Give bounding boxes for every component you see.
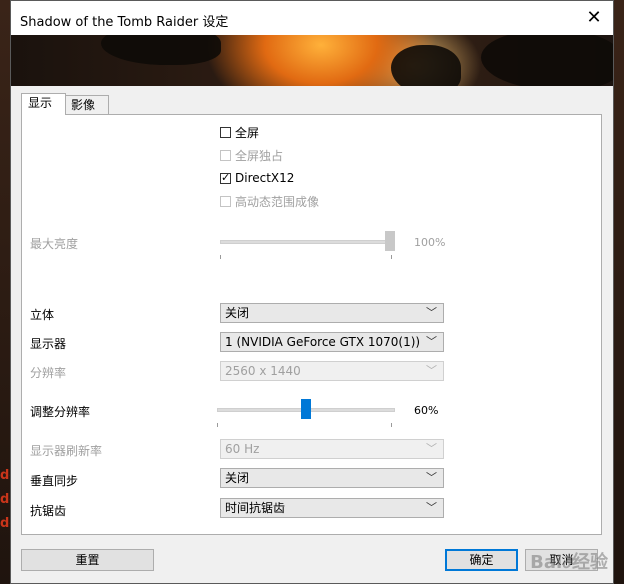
resolution-scale-slider[interactable] bbox=[217, 399, 395, 427]
resolution-select: 2560 x 1440 ﹀ bbox=[220, 361, 444, 381]
chevron-down-icon: ﹀ bbox=[426, 501, 437, 514]
max-brightness-value: 100% bbox=[414, 236, 446, 249]
chevron-down-icon: ﹀ bbox=[426, 364, 437, 377]
refresh-rate-select: 60 Hz ﹀ bbox=[220, 439, 444, 459]
stereo-label: 立体 bbox=[30, 308, 55, 322]
exclusive-fullscreen-checkbox: 全屏独占 bbox=[220, 147, 283, 163]
monitor-select[interactable]: 1 (NVIDIA GeForce GTX 1070(1)) ﹀ bbox=[220, 332, 444, 352]
chevron-down-icon: ﹀ bbox=[426, 442, 437, 455]
refresh-rate-label: 显示器刷新率 bbox=[30, 444, 103, 458]
monitor-label: 显示器 bbox=[30, 337, 67, 351]
checkbox-box bbox=[220, 149, 231, 161]
checkbox-box bbox=[220, 195, 231, 207]
watermark-logo: Bai∂经验 bbox=[530, 552, 608, 573]
slider-thumb[interactable] bbox=[301, 399, 311, 419]
antialiasing-label: 抗锯齿 bbox=[30, 504, 67, 518]
title-bar: Shadow of the Tomb Raider 设定 ✕ bbox=[11, 1, 613, 35]
checkbox-box[interactable] bbox=[220, 126, 231, 138]
resolution-scale-label: 调整分辨率 bbox=[30, 405, 91, 419]
tab-display[interactable]: 显示 bbox=[21, 93, 66, 115]
settings-dialog: Shadow of the Tomb Raider 设定 ✕ 显示 影像 全屏 … bbox=[10, 0, 614, 584]
fullscreen-checkbox[interactable]: 全屏 bbox=[220, 124, 259, 140]
hdr-checkbox: 高动态范围成像 bbox=[220, 193, 319, 209]
resolution-label: 分辨率 bbox=[30, 366, 67, 380]
chevron-down-icon: ﹀ bbox=[426, 471, 437, 484]
ok-button[interactable]: 确定 bbox=[445, 549, 518, 571]
close-icon[interactable]: ✕ bbox=[581, 5, 607, 31]
antialiasing-select[interactable]: 时间抗锯齿 ﹀ bbox=[220, 498, 444, 518]
chevron-down-icon: ﹀ bbox=[426, 335, 437, 348]
slider-thumb bbox=[385, 231, 395, 251]
resolution-scale-value: 60% bbox=[414, 404, 439, 417]
window-title: Shadow of the Tomb Raider 设定 bbox=[20, 15, 229, 30]
checkmark-icon[interactable] bbox=[220, 171, 231, 184]
vsync-label: 垂直同步 bbox=[30, 474, 79, 488]
max-brightness-slider bbox=[220, 231, 395, 259]
directx12-checkbox[interactable]: DirectX12 bbox=[220, 170, 294, 186]
tab-graphics[interactable]: 影像 bbox=[64, 95, 109, 115]
reset-button[interactable]: 重置 bbox=[21, 549, 154, 571]
display-settings-panel: 全屏 全屏独占 DirectX12 高动态范围成像 最大亮度 100% 立体 关… bbox=[21, 114, 602, 535]
max-brightness-label: 最大亮度 bbox=[30, 237, 79, 251]
chevron-down-icon: ﹀ bbox=[426, 306, 437, 319]
game-banner-image bbox=[11, 35, 613, 86]
vsync-select[interactable]: 关闭 ﹀ bbox=[220, 468, 444, 488]
stereo-select[interactable]: 关闭 ﹀ bbox=[220, 303, 444, 323]
